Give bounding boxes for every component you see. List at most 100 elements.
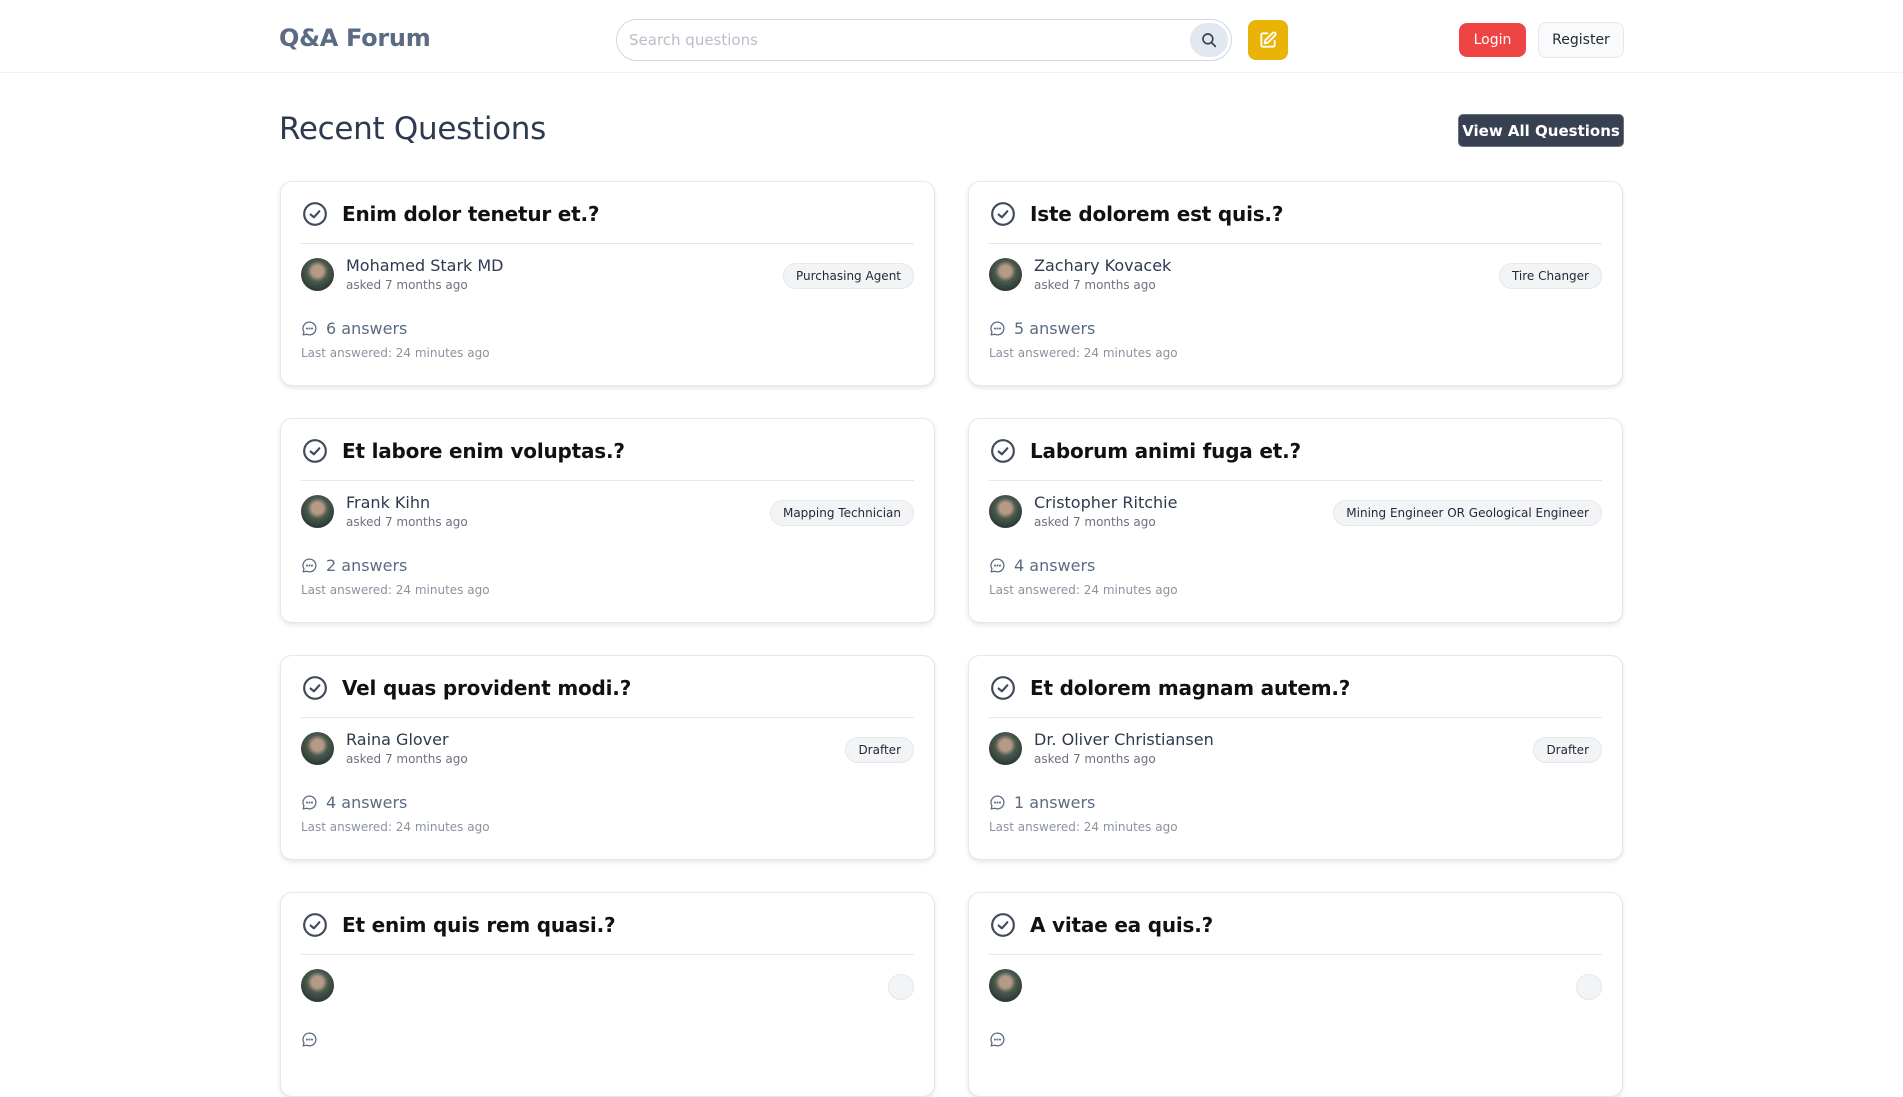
avatar[interactable] — [989, 257, 1022, 291]
question-title[interactable]: Enim dolor tenetur et.? — [342, 202, 600, 226]
author-name[interactable]: Mohamed Stark MD — [346, 256, 504, 276]
chat-bubble-icon — [302, 320, 317, 336]
avatar[interactable] — [989, 968, 1022, 1002]
question-title[interactable]: A vitae ea quis.? — [1030, 913, 1213, 937]
avatar[interactable] — [301, 494, 334, 528]
question-card: Laborum animi fuga et.? Cristopher Ritch… — [968, 418, 1623, 623]
author-row — [301, 955, 914, 1015]
author-name[interactable]: Frank Kihn — [346, 493, 468, 513]
question-header: Iste dolorem est quis.? — [989, 182, 1602, 244]
question-title[interactable]: Iste dolorem est quis.? — [1030, 202, 1283, 226]
author-row: Mohamed Stark MD asked 7 months ago Purc… — [301, 244, 914, 304]
chat-bubble-icon — [990, 1031, 1005, 1047]
login-button[interactable]: Login — [1459, 23, 1526, 57]
author-name[interactable]: Zachary Kovacek — [1034, 256, 1171, 276]
avatar[interactable] — [989, 731, 1022, 765]
question-title[interactable]: Et enim quis rem quasi.? — [342, 913, 616, 937]
check-circle-icon — [991, 438, 1015, 463]
answers-row — [301, 1029, 914, 1049]
author-row: Cristopher Ritchie asked 7 months ago Mi… — [989, 481, 1602, 541]
ask-question-button[interactable] — [1248, 20, 1288, 60]
search-button[interactable] — [1190, 23, 1228, 57]
question-header: Et dolorem magnam autem.? — [989, 656, 1602, 718]
avatar[interactable] — [301, 257, 334, 291]
search-input[interactable] — [629, 20, 1169, 60]
check-circle-icon — [303, 438, 327, 463]
author-name[interactable]: Raina Glover — [346, 730, 468, 750]
check-circle-icon — [303, 912, 327, 937]
question-header: Et labore enim voluptas.? — [301, 419, 914, 481]
answer-count: 2 answers — [326, 555, 408, 575]
question-header: Enim dolor tenetur et.? — [301, 182, 914, 244]
check-circle-icon — [303, 201, 327, 226]
last-answered: Last answered: 24 minutes ago — [989, 346, 1178, 360]
author-role-tag[interactable]: Mapping Technician — [769, 500, 914, 526]
chat-bubble-icon — [302, 1031, 317, 1047]
author-role-tag[interactable]: Drafter — [1533, 737, 1602, 763]
author-role-tag[interactable]: Purchasing Agent — [783, 263, 914, 289]
asked-time: asked 7 months ago — [346, 277, 468, 292]
author-row: Raina Glover asked 7 months ago Drafter — [301, 718, 914, 778]
last-answered: Last answered: 24 minutes ago — [301, 820, 490, 834]
answer-count: 4 answers — [326, 792, 408, 812]
search-bar — [616, 19, 1232, 61]
question-header: Et enim quis rem quasi.? — [301, 893, 914, 955]
answers-row: 6 answers — [301, 318, 914, 338]
question-card: Et dolorem magnam autem.? Dr. Oliver Chr… — [968, 655, 1623, 860]
last-answered: Last answered: 24 minutes ago — [989, 820, 1178, 834]
question-header: Vel quas provident modi.? — [301, 656, 914, 718]
answer-count: 1 answers — [1014, 792, 1096, 812]
author-role-tag[interactable] — [888, 974, 914, 1000]
register-button[interactable]: Register — [1538, 22, 1624, 58]
last-answered: Last answered: 24 minutes ago — [301, 583, 490, 597]
question-header: Laborum animi fuga et.? — [989, 419, 1602, 481]
edit-icon — [1260, 31, 1277, 48]
chat-bubble-icon — [302, 794, 317, 810]
author-row: Zachary Kovacek asked 7 months ago Tire … — [989, 244, 1602, 304]
question-card: Et labore enim voluptas.? Frank Kihn ask… — [280, 418, 935, 623]
question-card: A vitae ea quis.? — [968, 892, 1623, 1097]
avatar[interactable] — [301, 731, 334, 765]
answer-count: 4 answers — [1014, 555, 1096, 575]
avatar[interactable] — [989, 494, 1022, 528]
check-circle-icon — [991, 675, 1015, 700]
author-role-tag[interactable]: Drafter — [845, 737, 914, 763]
view-all-questions-button[interactable]: View All Questions — [1458, 114, 1624, 147]
chat-bubble-icon — [990, 794, 1005, 810]
check-circle-icon — [991, 912, 1015, 937]
chat-bubble-icon — [990, 557, 1005, 573]
navbar: Q&A Forum Login Register — [0, 0, 1903, 73]
question-title[interactable]: Et dolorem magnam autem.? — [1030, 676, 1350, 700]
author-row: Dr. Oliver Christiansen asked 7 months a… — [989, 718, 1602, 778]
author-role-tag[interactable]: Tire Changer — [1498, 263, 1602, 289]
author-role-tag[interactable] — [1576, 974, 1602, 1000]
answer-count: 6 answers — [326, 318, 408, 338]
author-row: Frank Kihn asked 7 months ago Mapping Te… — [301, 481, 914, 541]
question-title[interactable]: Vel quas provident modi.? — [342, 676, 631, 700]
answers-row: 2 answers — [301, 555, 914, 575]
asked-time: asked 7 months ago — [1034, 277, 1156, 292]
answers-row: 5 answers — [989, 318, 1602, 338]
author-role-tag[interactable]: Mining Engineer OR Geological Engineer — [1333, 500, 1602, 526]
question-card: Enim dolor tenetur et.? Mohamed Stark MD… — [280, 181, 935, 386]
last-answered: Last answered: 24 minutes ago — [989, 583, 1178, 597]
brand-logo[interactable]: Q&A Forum — [279, 24, 431, 52]
author-name[interactable]: Cristopher Ritchie — [1034, 493, 1177, 513]
question-card: Vel quas provident modi.? Raina Glover a… — [280, 655, 935, 860]
avatar[interactable] — [301, 968, 334, 1002]
author-name[interactable]: Dr. Oliver Christiansen — [1034, 730, 1214, 750]
question-header: A vitae ea quis.? — [989, 893, 1602, 955]
author-row — [989, 955, 1602, 1015]
asked-time: asked 7 months ago — [346, 751, 468, 766]
answer-count: 5 answers — [1014, 318, 1096, 338]
question-title[interactable]: Et labore enim voluptas.? — [342, 439, 625, 463]
search-icon — [1202, 33, 1217, 48]
page-title: Recent Questions — [279, 111, 546, 147]
answers-row — [989, 1029, 1602, 1049]
chat-bubble-icon — [302, 557, 317, 573]
question-card: Iste dolorem est quis.? Zachary Kovacek … — [968, 181, 1623, 386]
check-circle-icon — [303, 675, 327, 700]
asked-time: asked 7 months ago — [1034, 514, 1156, 529]
questions-grid: Enim dolor tenetur et.? Mohamed Stark MD… — [280, 181, 1624, 1097]
question-title[interactable]: Laborum animi fuga et.? — [1030, 439, 1301, 463]
